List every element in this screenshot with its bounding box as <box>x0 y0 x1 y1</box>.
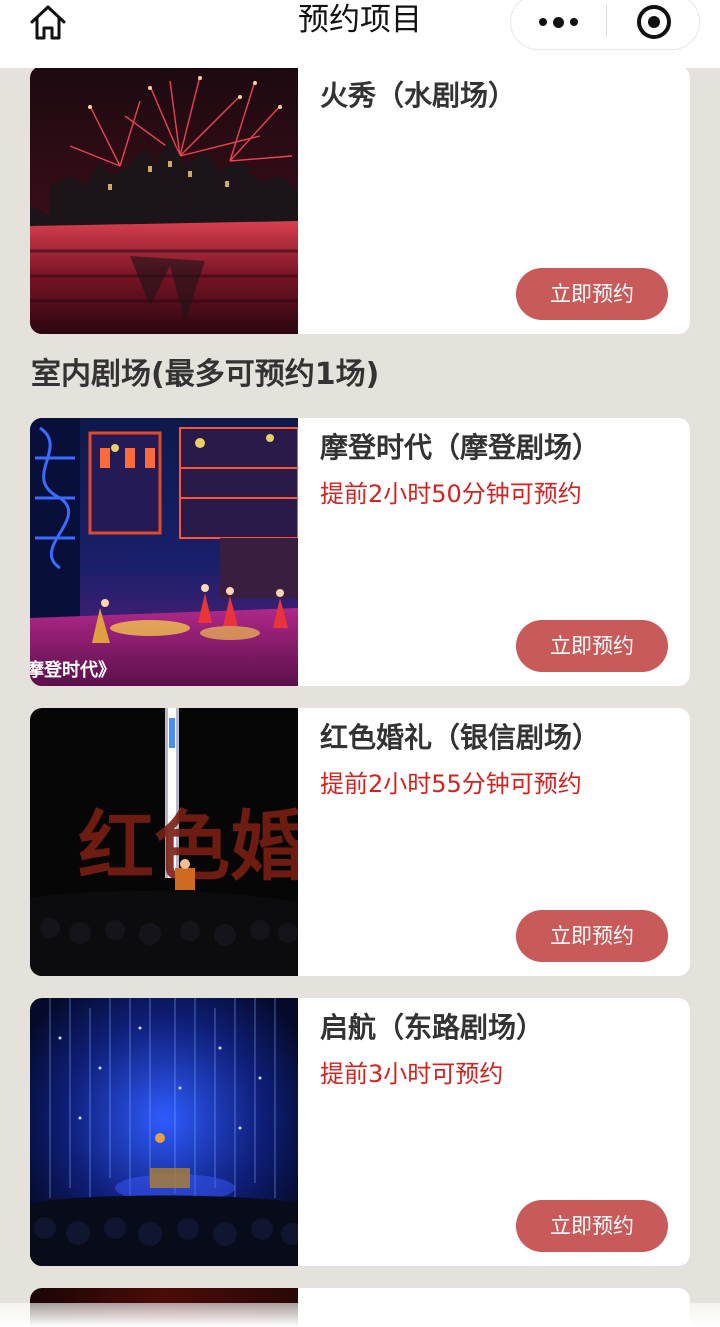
section-title: 室内剧场(最多可预约1场) <box>31 357 380 392</box>
show-card[interactable]: 红色婚礼 红色婚礼（银信剧场） 提前2小时55分钟可预约 立即预约 <box>30 708 690 976</box>
more-dots-icon <box>539 18 547 26</box>
show-name: 启航（东路剧场） <box>320 1011 545 1044</box>
show-card[interactable]: 摩登时代》 摩登时代（摩登剧场） 提前2小时50分钟可预约 立即预约 <box>30 418 690 686</box>
show-name: 摩登时代（摩登剧场） <box>320 431 601 464</box>
more-button[interactable] <box>511 0 606 49</box>
show-image-red-wedding: 红色婚礼 <box>30 708 298 976</box>
image-caption: 摩登时代》 <box>30 659 116 681</box>
show-card[interactable]: 火秀（水剧场） 立即预约 <box>30 66 690 334</box>
show-image-sailing <box>30 998 298 1266</box>
show-name: 红色婚礼（银信剧场） <box>320 721 601 754</box>
booking-note: 提前2小时50分钟可预约 <box>320 480 582 508</box>
show-image-fireworks <box>30 66 298 334</box>
book-now-button[interactable]: 立即预约 <box>516 910 668 962</box>
book-now-button[interactable]: 立即预约 <box>516 620 668 672</box>
bottom-fade <box>0 1303 720 1327</box>
miniprogram-close-icon <box>637 5 671 39</box>
show-image-modern-times: 摩登时代》 <box>30 418 298 686</box>
close-miniprogram-button[interactable] <box>607 0 701 49</box>
booking-note: 提前3小时可预约 <box>320 1060 504 1088</box>
miniprogram-capsule <box>510 0 700 50</box>
book-now-button[interactable]: 立即预约 <box>516 1200 668 1252</box>
nav-bar: 预约项目 <box>0 0 720 68</box>
book-now-button[interactable]: 立即预约 <box>516 268 668 320</box>
show-name: 火秀（水剧场） <box>320 79 517 112</box>
booking-note: 提前2小时55分钟可预约 <box>320 770 582 798</box>
show-card[interactable]: 启航（东路剧场） 提前3小时可预约 立即预约 <box>30 998 690 1266</box>
